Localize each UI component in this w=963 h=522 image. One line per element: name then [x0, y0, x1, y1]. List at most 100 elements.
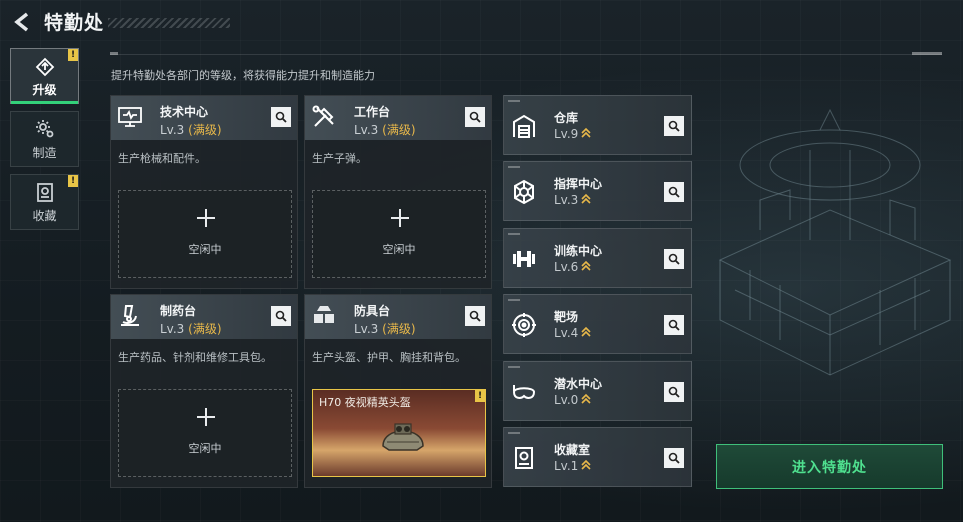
search-button[interactable]	[271, 107, 291, 127]
card-description: 生产药品、针剂和维修工具包。	[118, 351, 272, 364]
card-description: 生产子弹。	[312, 152, 367, 165]
computer-icon	[118, 107, 142, 127]
alert-badge: !	[68, 49, 78, 61]
chevron-left-icon	[14, 12, 29, 32]
card-tech-center[interactable]: 技术中心 Lv.3 (满级) 生产枪械和配件。 空闲中	[110, 95, 298, 289]
gear-icon	[34, 118, 56, 140]
card-header: 防具台 Lv.3 (满级)	[305, 295, 491, 339]
search-icon	[668, 120, 680, 132]
divider-mark	[110, 52, 118, 55]
upgrade-arrow-icon	[581, 326, 591, 337]
search-button[interactable]	[664, 249, 684, 269]
facility-level: Lv.9	[554, 127, 591, 141]
craft-item-name: H70 夜视精英头盔	[319, 396, 411, 409]
facility-diving-center[interactable]: 潜水中心 Lv.0	[503, 361, 692, 421]
search-icon	[668, 452, 680, 464]
search-button[interactable]	[664, 182, 684, 202]
upgrade-icon	[34, 55, 56, 77]
facility-collection-room[interactable]: 收藏室 Lv.1	[503, 427, 692, 487]
nav-label: 制造	[32, 145, 57, 160]
search-button[interactable]	[664, 448, 684, 468]
search-button[interactable]	[271, 306, 291, 326]
tools-icon	[312, 105, 334, 127]
card-description: 生产枪械和配件。	[118, 152, 206, 165]
nav-tab-craft[interactable]: 制造	[10, 111, 79, 167]
back-button[interactable]	[10, 10, 34, 34]
search-icon	[275, 310, 287, 322]
card-name: 工作台	[354, 105, 391, 119]
search-icon	[668, 253, 680, 265]
craft-slot-empty[interactable]: 空闲中	[118, 389, 292, 477]
max-level-tag: (满级)	[382, 123, 416, 137]
nav-tab-upgrade[interactable]: 升级 !	[10, 48, 79, 104]
search-button[interactable]	[465, 306, 485, 326]
craft-slot-in-progress[interactable]: H70 夜视精英头盔 !	[312, 389, 486, 477]
nav-tab-collection[interactable]: 收藏 !	[10, 174, 79, 230]
facility-name: 指挥中心	[554, 177, 603, 191]
facility-training-center[interactable]: 训练中心 Lv.6	[503, 228, 692, 288]
plus-icon	[197, 209, 215, 227]
craft-slot-empty[interactable]: 空闲中	[312, 190, 486, 278]
enter-facility-button[interactable]: 进入特勤处	[716, 444, 943, 489]
slot-status: 空闲中	[382, 243, 416, 256]
facility-shooting-range[interactable]: 靶场 Lv.4	[503, 294, 692, 354]
level-value: Lv.3	[160, 123, 185, 137]
plus-icon	[197, 408, 215, 426]
craft-slot-empty[interactable]: 空闲中	[118, 190, 292, 278]
level-value: Lv.0	[554, 393, 579, 407]
facility-name: 靶场	[554, 310, 579, 324]
facility-name: 潜水中心	[554, 377, 603, 391]
facility-command-center[interactable]: 指挥中心 Lv.3	[503, 161, 692, 221]
search-button[interactable]	[465, 107, 485, 127]
collection-room-icon	[515, 447, 533, 469]
card-header: 工作台 Lv.3 (满级)	[305, 96, 491, 140]
armor-icon	[314, 306, 334, 323]
search-icon	[275, 111, 287, 123]
level-value: Lv.3	[354, 123, 379, 137]
level-value: Lv.3	[354, 322, 379, 336]
dumbbell-icon	[513, 251, 535, 267]
collection-icon	[34, 181, 56, 203]
card-armor-bench[interactable]: 防具台 Lv.3 (满级) 生产头盔、护甲、胸挂和背包。 H70 夜视精英头盔 …	[304, 294, 492, 488]
nav-label: 升级	[32, 82, 57, 97]
facility-name: 训练中心	[554, 244, 603, 258]
title-decoration	[108, 18, 230, 28]
level-value: Lv.3	[554, 193, 579, 207]
search-button[interactable]	[664, 315, 684, 335]
divider	[110, 54, 942, 55]
card-name: 技术中心	[160, 105, 209, 119]
search-button[interactable]	[664, 116, 684, 136]
card-level: Lv.3 (满级)	[160, 121, 222, 138]
upgrade-arrow-icon	[581, 393, 591, 404]
card-workbench[interactable]: 工作台 Lv.3 (满级) 生产子弹。 空闲中	[304, 95, 492, 289]
alert-badge: !	[475, 390, 485, 402]
facility-warehouse[interactable]: 仓库 Lv.9	[503, 95, 692, 155]
target-icon	[512, 313, 536, 337]
card-pharmacy[interactable]: 制药台 Lv.3 (满级) 生产药品、针剂和维修工具包。 空闲中	[110, 294, 298, 488]
max-level-tag: (满级)	[188, 123, 222, 137]
card-name: 防具台	[354, 304, 391, 318]
divider-mark	[912, 52, 942, 55]
upgrade-arrow-icon	[581, 127, 591, 138]
warehouse-icon	[513, 114, 535, 138]
upgrade-arrow-icon	[581, 260, 591, 271]
upgrade-arrow-icon	[581, 459, 591, 470]
search-icon	[469, 111, 481, 123]
plus-icon	[391, 209, 409, 227]
search-icon	[668, 319, 680, 331]
page-subtitle: 提升特勤处各部门的等级，将获得能力提升和制造能力	[111, 69, 375, 82]
card-name: 制药台	[160, 304, 197, 318]
level-value: Lv.4	[554, 326, 579, 340]
max-level-tag: (满级)	[188, 322, 222, 336]
helmet-icon	[382, 423, 424, 451]
nav-label: 收藏	[32, 208, 57, 223]
level-value: Lv.3	[160, 322, 185, 336]
alert-badge: !	[68, 175, 78, 187]
level-value: Lv.9	[554, 127, 579, 141]
page-title: 特勤处	[44, 12, 105, 34]
search-icon	[668, 386, 680, 398]
upgrade-arrow-icon	[581, 193, 591, 204]
search-button[interactable]	[664, 382, 684, 402]
facility-level: Lv.0	[554, 393, 591, 407]
facility-blueprint-art	[718, 108, 952, 376]
